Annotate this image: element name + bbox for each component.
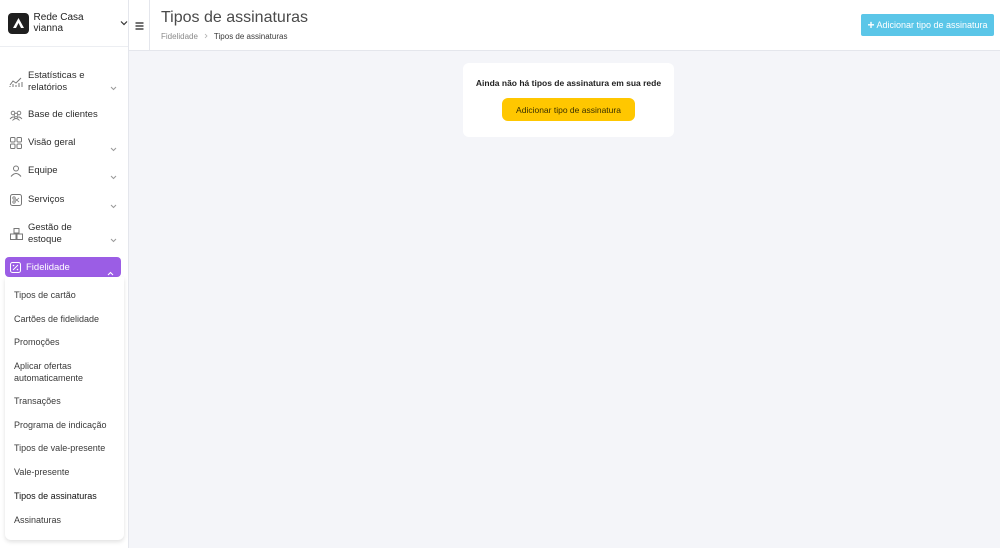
- chevron-down-icon: [110, 78, 117, 96]
- sidebar-item-team[interactable]: Equipe: [0, 164, 129, 180]
- chevron-down-icon: [120, 20, 128, 26]
- empty-state-add-button[interactable]: Adicionar tipo de assinatura: [502, 98, 635, 121]
- loyalty-submenu: Tipos de cartão Cartões de fidelidade Pr…: [5, 277, 124, 540]
- chevron-down-icon: [110, 139, 117, 157]
- empty-state-card: Ainda não há tipos de assinatura em sua …: [463, 63, 674, 137]
- sidebar-item-label: Equipe: [28, 165, 58, 176]
- page-header: Tipos de assinaturas Fidelidade Tipos de…: [129, 0, 1000, 51]
- submenu-item-gift-cards[interactable]: Vale-presente: [14, 466, 114, 478]
- add-subscription-type-button[interactable]: + Adicionar tipo de assinatura: [861, 14, 994, 36]
- breadcrumb: Fidelidade Tipos de assinaturas: [161, 32, 287, 41]
- plus-icon: +: [867, 18, 875, 32]
- percent-icon: [10, 261, 21, 273]
- sidebar-item-label: Visão geral: [28, 137, 76, 148]
- submenu-item-card-types[interactable]: Tipos de cartão: [14, 289, 114, 301]
- submenu-item-loyalty-cards[interactable]: Cartões de fidelidade: [14, 313, 114, 325]
- breadcrumb-current: Tipos de assinaturas: [213, 32, 288, 41]
- submenu-item-gift-card-types[interactable]: Tipos de vale-presente: [14, 442, 114, 454]
- submenu-item-subscription-types[interactable]: Tipos de assinaturas: [14, 490, 114, 502]
- boxes-icon: [9, 227, 23, 241]
- user-icon: [9, 164, 23, 178]
- sidebar-item-label: Gestão de estoque: [28, 222, 72, 245]
- brand-logo-icon: [8, 12, 29, 34]
- chart-icon: [9, 75, 23, 89]
- scissors-icon: [9, 193, 23, 207]
- submenu-item-auto-offers[interactable]: Aplicar ofertas automaticamente: [14, 360, 94, 384]
- sidebar-item-statistics[interactable]: Estatísticas e relatórios: [0, 70, 129, 94]
- chevron-down-icon: [110, 230, 117, 248]
- empty-state-message: Ainda não há tipos de assinatura em sua …: [475, 78, 662, 88]
- chevron-right-icon: [204, 32, 208, 41]
- sidebar-item-label: Base de clientes: [28, 109, 98, 120]
- sidebar-item-loyalty[interactable]: Fidelidade: [5, 257, 121, 277]
- submenu-item-promotions[interactable]: Promoções: [14, 336, 114, 348]
- submenu-item-subscriptions[interactable]: Assinaturas: [14, 514, 114, 526]
- sidebar: Rede Casa vianna Estatísticas e relatóri…: [0, 0, 129, 548]
- sidebar-item-label: Serviços: [28, 194, 65, 205]
- grid-icon: [9, 136, 23, 150]
- add-button-label: Adicionar tipo de assinatura: [876, 20, 988, 30]
- chevron-down-icon: [110, 196, 117, 214]
- sidebar-item-label: Fidelidade: [26, 261, 70, 273]
- brand-name: Rede Casa vianna: [33, 12, 84, 34]
- sidebar-item-label: Estatísticas e relatórios: [28, 70, 85, 93]
- sidebar-item-overview[interactable]: Visão geral: [0, 136, 129, 152]
- page-title: Tipos de assinaturas: [161, 9, 309, 26]
- brand-switcher[interactable]: Rede Casa vianna: [0, 0, 128, 47]
- users-icon: [9, 108, 23, 122]
- menu-toggle[interactable]: [129, 0, 150, 51]
- hamburger-icon: [135, 17, 144, 35]
- sidebar-item-services[interactable]: Serviços: [0, 193, 129, 209]
- sidebar-item-stock[interactable]: Gestão de estoque: [0, 222, 129, 246]
- submenu-item-referral[interactable]: Programa de indicação: [14, 419, 114, 431]
- breadcrumb-link[interactable]: Fidelidade: [161, 32, 198, 41]
- chevron-down-icon: [110, 167, 117, 185]
- submenu-item-transactions[interactable]: Transações: [14, 395, 114, 407]
- sidebar-item-clients[interactable]: Base de clientes: [0, 108, 129, 122]
